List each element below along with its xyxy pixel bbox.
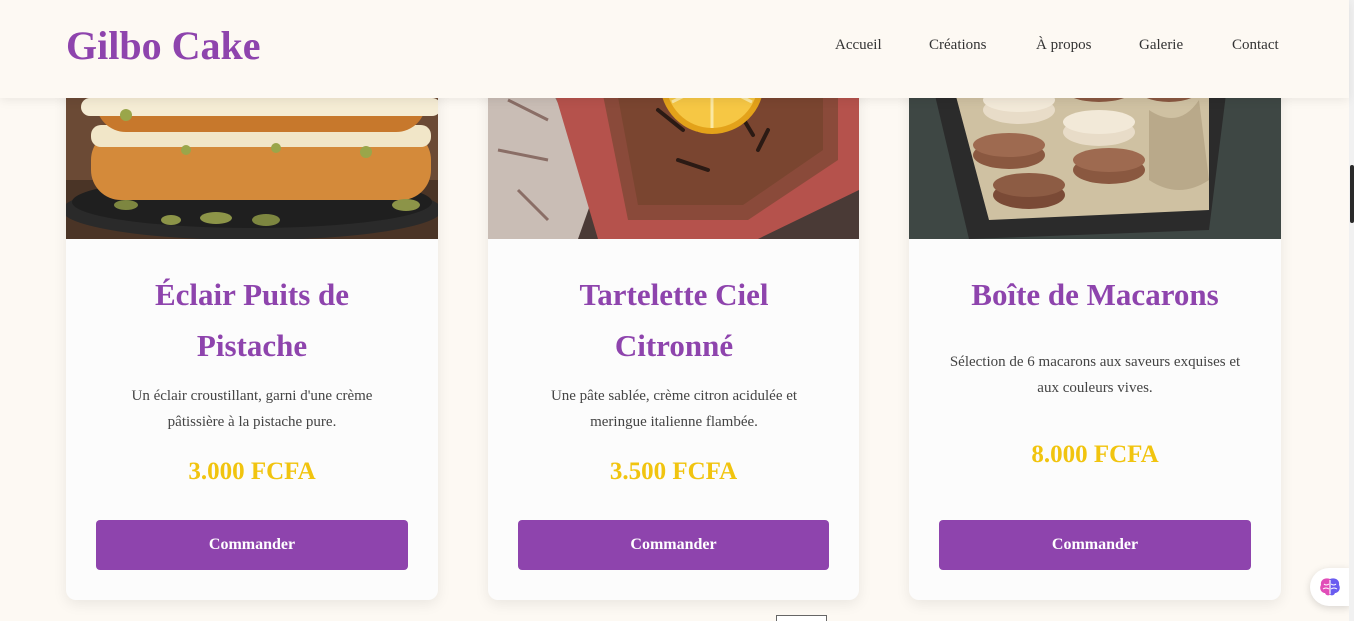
scrollbar-thumb[interactable]: [1350, 165, 1354, 223]
page-scrollbar[interactable]: [1349, 0, 1354, 621]
product-description: Sélection de 6 macarons aux saveurs exqu…: [949, 354, 1241, 396]
product-price: 3.000 FCFA: [188, 458, 316, 485]
product-title: Éclair Puits de Pistache: [154, 277, 350, 363]
assistant-button[interactable]: [1310, 568, 1350, 606]
product-description: Une pâte sablée, crème citron acidulée e…: [550, 388, 798, 430]
overlay-widget[interactable]: [776, 615, 827, 621]
product-price: 3.500 FCFA: [609, 458, 738, 485]
product-description: Un éclair croustillant, garni d'une crèm…: [131, 388, 373, 430]
nav-link-galerie[interactable]: Galerie: [1139, 37, 1183, 54]
order-button[interactable]: Commander: [939, 520, 1251, 570]
main-nav: Accueil Créations À propos Galerie Conta…: [0, 37, 1349, 57]
order-button[interactable]: Commander: [96, 520, 408, 570]
nav-link-contact[interactable]: Contact: [1232, 37, 1279, 54]
product-card: Boîte de Macarons Sélection de 6 macaron…: [909, 70, 1281, 600]
product-price: 8.000 FCFA: [1031, 441, 1159, 468]
product-title: Boîte de Macarons: [971, 277, 1219, 312]
brain-icon: [1320, 578, 1340, 596]
product-card: Éclair Puits de Pistache Un éclair crous…: [66, 70, 438, 600]
nav-link-accueil[interactable]: Accueil: [835, 37, 882, 54]
nav-link-creations[interactable]: Créations: [929, 37, 987, 54]
product-title: Tartelette Ciel Citronné: [579, 277, 769, 363]
product-card: Tartelette Ciel Citronné Une pâte sablée…: [488, 70, 859, 600]
order-button[interactable]: Commander: [518, 520, 829, 570]
site-header: Gilbo Cake Accueil Créations À propos Ga…: [0, 0, 1349, 98]
nav-link-a-propos[interactable]: À propos: [1036, 37, 1091, 54]
